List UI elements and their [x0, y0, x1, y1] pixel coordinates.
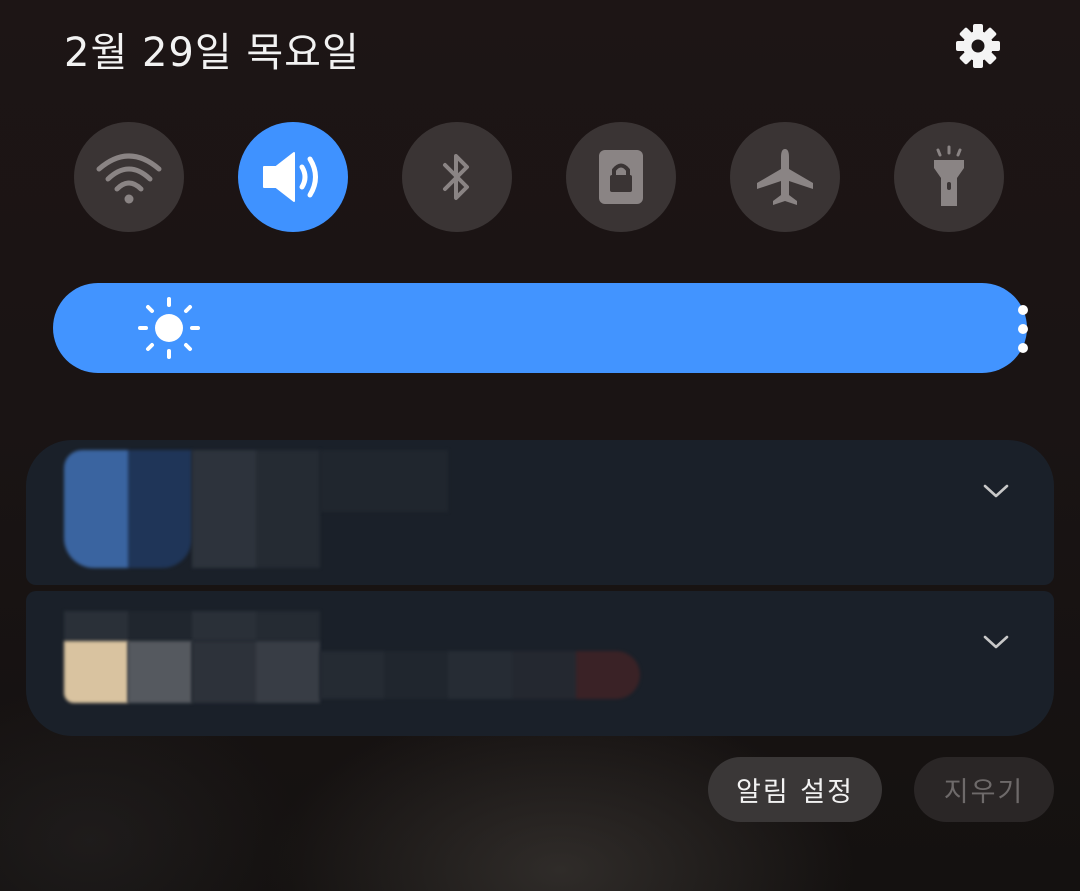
rotation-lock-toggle[interactable] [566, 122, 676, 232]
flashlight-icon [934, 145, 964, 206]
redacted-content [64, 611, 320, 641]
redacted-app-icon [64, 450, 192, 568]
airplane-mode-toggle[interactable] [730, 122, 840, 232]
quick-settings-tiles [74, 122, 1004, 232]
gear-icon [956, 24, 1000, 68]
redacted-content [192, 641, 320, 703]
wifi-toggle[interactable] [74, 122, 184, 232]
flashlight-toggle[interactable] [894, 122, 1004, 232]
notification-card[interactable] [26, 591, 1054, 736]
more-vertical-icon[interactable] [1013, 305, 1033, 355]
airplane-icon [757, 149, 813, 205]
chevron-down-icon[interactable] [982, 633, 1010, 651]
redacted-app-icon [64, 641, 128, 703]
bluetooth-toggle[interactable] [402, 122, 512, 232]
lock-icon [599, 150, 643, 204]
redacted-content [320, 651, 640, 699]
redacted-content [192, 450, 320, 568]
sun-icon [138, 297, 200, 359]
notification-settings-button[interactable]: 알림 설정 [708, 757, 882, 822]
date-label: 2월 29일 목요일 [64, 30, 360, 76]
wifi-icon [96, 153, 162, 204]
notification-panel: 2월 29일 목요일 알림 설정 지우기 [0, 0, 1080, 891]
brightness-slider[interactable] [53, 283, 1028, 373]
clear-button[interactable]: 지우기 [914, 757, 1054, 822]
redacted-content [128, 641, 192, 703]
chevron-down-icon[interactable] [982, 482, 1010, 500]
notification-card[interactable] [26, 440, 1054, 585]
bluetooth-icon [443, 154, 469, 200]
sound-toggle[interactable] [238, 122, 348, 232]
speaker-icon [263, 152, 318, 202]
settings-button[interactable] [954, 22, 1002, 70]
redacted-content [320, 450, 448, 512]
